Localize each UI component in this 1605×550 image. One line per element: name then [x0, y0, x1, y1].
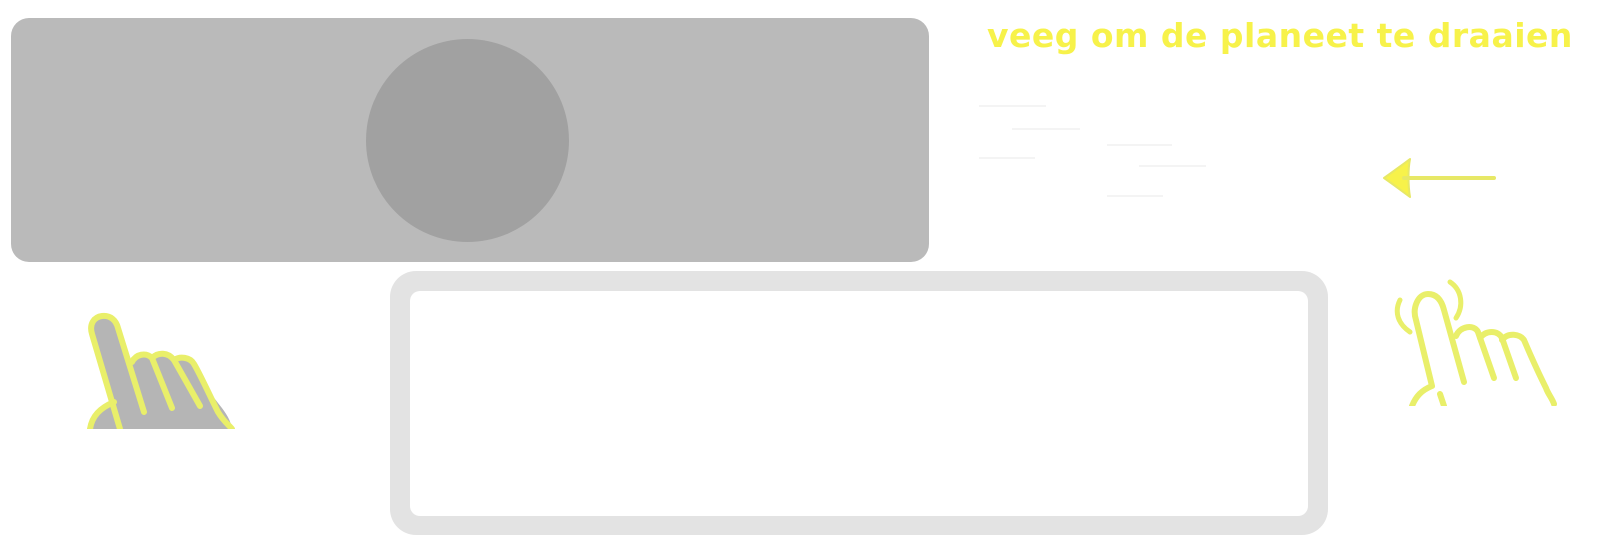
speed-line: [1139, 165, 1206, 167]
speed-line: [979, 105, 1046, 107]
speed-line: [1107, 195, 1163, 197]
speed-line: [1012, 128, 1080, 130]
planet[interactable]: [366, 39, 569, 242]
speed-line: [1107, 144, 1172, 146]
speed-line: [979, 157, 1035, 159]
content-area: [410, 291, 1308, 516]
arrow-left-icon: [1383, 158, 1496, 198]
pointing-hand-icon: [87, 312, 235, 429]
swipe-hand-icon: [1394, 279, 1557, 406]
swipe-instruction: veeg om de planeet te draaien: [987, 16, 1573, 55]
